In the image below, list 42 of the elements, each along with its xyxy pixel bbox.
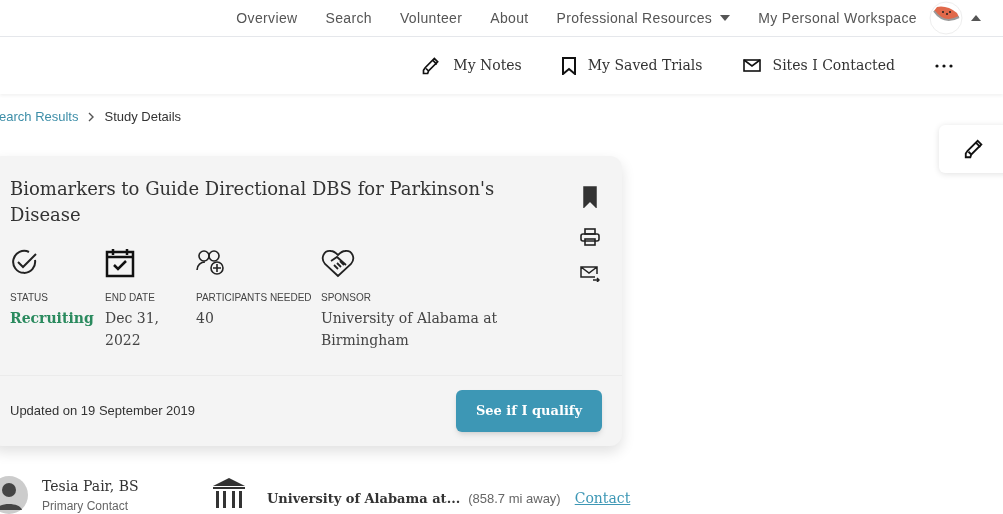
nav-link[interactable]: Search	[325, 7, 372, 29]
fact-value: University of Alabama at Birmingham	[321, 309, 499, 350]
study-title: Biomarkers to Guide Directional DBS for Parkinson's Disease	[10, 177, 496, 227]
fact-label: PARTICIPANTS NEEDED	[196, 291, 313, 305]
nav-link[interactable]: My Personal Workspace	[758, 7, 917, 29]
caret-icon[interactable]	[971, 15, 981, 21]
toolbar-link[interactable]: Sites I Contacted	[742, 55, 895, 76]
fact-value: 40	[196, 309, 215, 328]
chevron-icon	[88, 112, 95, 122]
avatar-silhouette-icon	[0, 476, 28, 514]
fact-label: END DATE	[105, 291, 156, 305]
bookmark-icon[interactable]	[583, 186, 597, 208]
avatar-icon[interactable]	[929, 1, 963, 35]
more-icon[interactable]	[935, 63, 953, 68]
people-add-icon	[196, 248, 226, 276]
fact-label: SPONSOR	[321, 291, 372, 305]
nav-link[interactable]: Volunteer	[399, 7, 463, 29]
bookmark-icon	[561, 56, 576, 75]
toolbar-link[interactable]: My Notes	[421, 55, 522, 76]
breadcrumb-link[interactable]: earch Results	[0, 107, 79, 127]
fact-value: Dec 31, 2022	[105, 309, 161, 350]
handshake-heart-icon	[321, 248, 355, 278]
toolbar-link[interactable]: My Saved Trials	[561, 55, 703, 76]
nav-link[interactable]: Professional Resources	[556, 7, 731, 29]
breadcrumb-current: Study Details	[104, 108, 182, 127]
site-distance: (858.7 mi away)	[468, 490, 561, 508]
updated-date: Updated on 19 September 2019	[10, 402, 196, 421]
envelope-arrow-icon[interactable]	[580, 266, 600, 282]
highlighter-button[interactable]	[939, 125, 1003, 173]
contact-name: Tesia Pair, BS	[42, 477, 140, 496]
nav-link[interactable]: Overview	[236, 7, 298, 29]
calendar-icon	[105, 248, 135, 278]
fact-label: STATUS	[10, 291, 49, 305]
envelope-icon	[742, 59, 761, 72]
building-columns-icon	[212, 478, 246, 508]
site-name: University of Alabama at...	[267, 490, 461, 508]
check-circle-icon	[10, 248, 38, 276]
caret-icon	[720, 15, 731, 21]
fact-value: Recruiting	[10, 309, 95, 328]
printer-icon[interactable]	[580, 228, 600, 246]
contact-role: Primary Contact	[42, 498, 130, 514]
nav-link[interactable]: About	[490, 7, 529, 29]
